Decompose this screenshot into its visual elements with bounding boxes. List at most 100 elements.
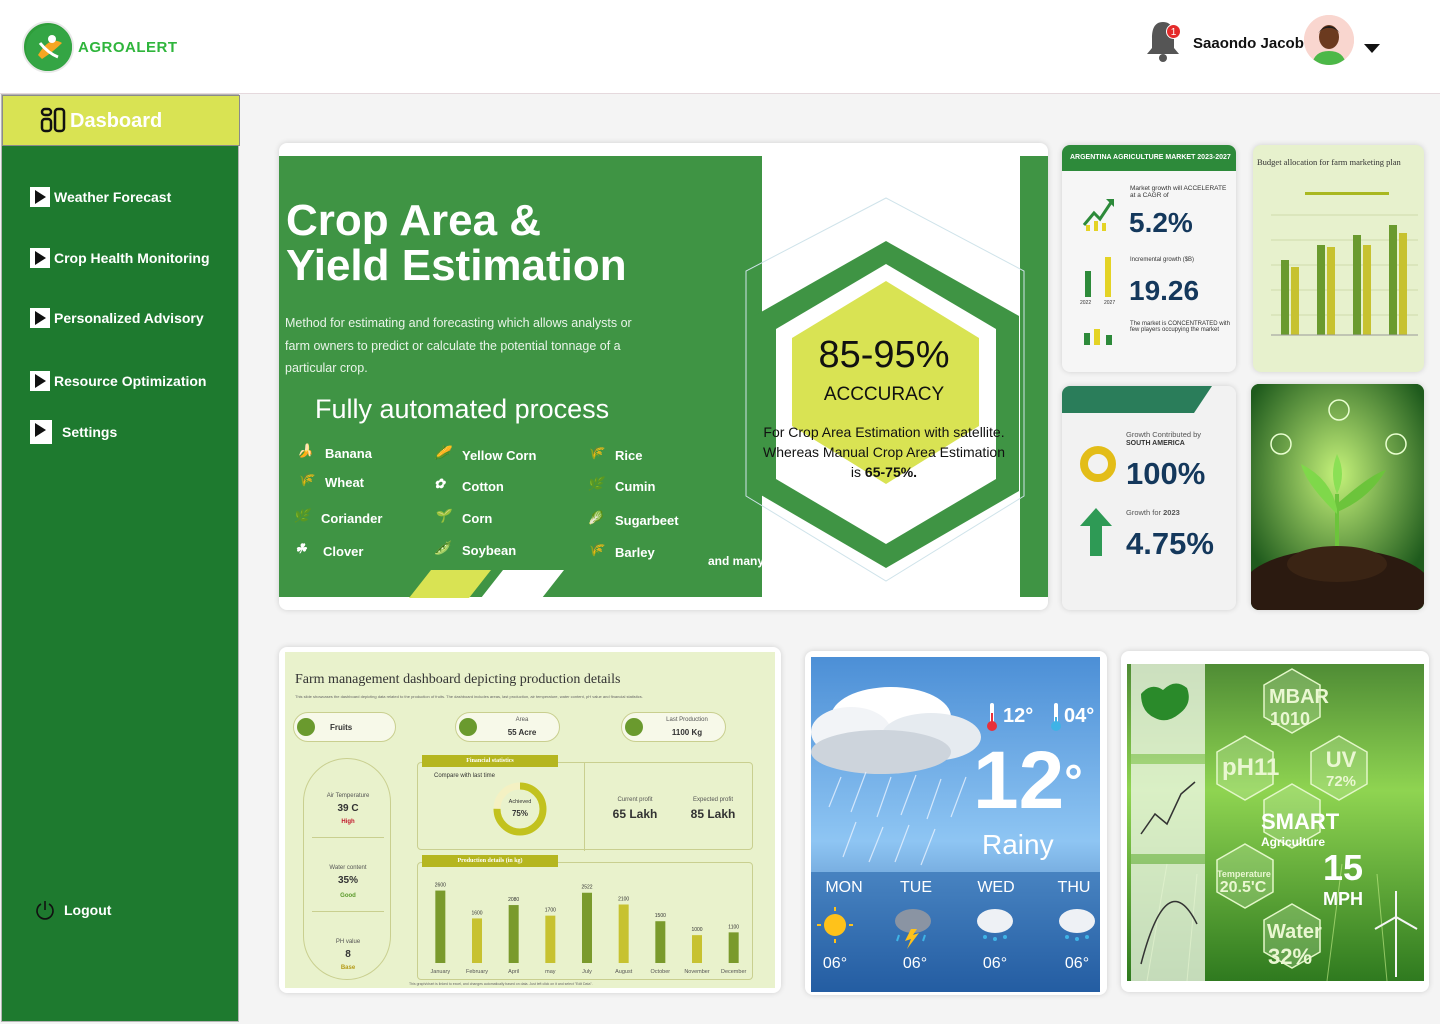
forecast-day-tue: TUE — [900, 879, 932, 896]
forecast-temp-value: 06 — [982, 955, 1001, 972]
production-value-label: 2522 — [581, 885, 592, 891]
water-reading: Water 32% — [1267, 921, 1322, 970]
argentina-market-card[interactable]: ARGENTINA AGRICULTURE MARKET 2023-2027 M… — [1062, 145, 1236, 372]
user-name[interactable]: Saaondo Jacob — [1193, 35, 1304, 52]
current-temp-value: 12 — [973, 735, 1065, 826]
user-avatar[interactable] — [1304, 15, 1354, 65]
sidebar-item-resource-optimization[interactable]: Resource Optimization — [30, 369, 206, 393]
plant-image-card[interactable] — [1251, 384, 1424, 610]
accuracy-manual-value: 65-75%. — [864, 464, 918, 480]
crop-clover: ☘ Clover — [295, 541, 363, 561]
sensor-divider — [312, 911, 384, 912]
thunderstorm-icon — [895, 909, 931, 949]
production-category-label: October — [651, 969, 671, 975]
production-value-label: 2600 — [435, 883, 446, 889]
year-a: 2022 — [1080, 300, 1092, 306]
high-temp-value: 12 — [1003, 705, 1026, 727]
area-icon — [459, 718, 477, 736]
donut-icon — [1080, 446, 1116, 482]
mbar-label: MBAR 1010 — [1269, 686, 1329, 730]
smart-agriculture-card[interactable]: MBAR 1010 pH11 UV 72% SMART Agriculture Tem… — [1121, 651, 1429, 992]
growth-card[interactable]: Growth Contributed by SOUTH AMERICA 100%… — [1062, 386, 1236, 610]
farm-dashboard-panel: Farm management dashboard depicting prod… — [285, 652, 775, 988]
production-value-label: 1100 — [728, 924, 739, 930]
crop-label: Soybean — [462, 542, 517, 558]
fruits-pill[interactable]: Fruits — [293, 712, 396, 742]
top-bar: AGROALERT 1 Saaondo Jacob — [0, 0, 1440, 94]
production-category-label: November — [684, 969, 710, 975]
production-value-label: 1600 — [471, 910, 482, 916]
title-line-1: Crop Area & — [286, 196, 542, 245]
water-status: Good — [340, 893, 356, 899]
uv-value: 72% — [1325, 773, 1357, 790]
forecast-day-thu: THU — [1057, 879, 1091, 896]
production-value-label: 2100 — [618, 897, 629, 903]
production-bar — [435, 890, 446, 963]
budget-allocation-card[interactable]: Budget allocation for farm marketing pla… — [1253, 145, 1424, 372]
weather-card[interactable]: 12° 04° 12° Rainy MON TUE WED THU 06° 06… — [805, 651, 1107, 995]
sidebar-item-label: Crop Health Monitoring — [54, 250, 210, 266]
production-bar — [692, 935, 702, 963]
clover-icon: ☘ — [295, 541, 307, 556]
production-bar — [508, 905, 519, 963]
power-icon — [36, 901, 54, 920]
growth-value: 4.75% — [1126, 526, 1214, 561]
sidebar-item-label: Personalized Advisory — [54, 310, 204, 326]
water-label: Water content — [329, 865, 367, 871]
crop-label: Barley — [615, 544, 655, 560]
notification-badge: 1 — [1166, 24, 1181, 39]
crop-label: Corn — [462, 510, 493, 526]
concentrated-text: The market is CONCENTRATED with few play… — [1130, 321, 1230, 333]
sidebar-item-personalized-advisory[interactable]: Personalized Advisory — [30, 306, 204, 330]
current-temp: 12° — [973, 735, 1083, 826]
weather-condition: Rainy — [982, 829, 1054, 860]
sidebar-item-weather-forecast[interactable]: Weather Forecast — [30, 185, 171, 209]
crop-wheat: 🌾 Wheat — [297, 472, 364, 492]
production-value-label: 1000 — [691, 927, 702, 933]
sidebar-item-label: Dasboard — [70, 110, 163, 132]
smart-agriculture-label: SMART Agriculture — [1261, 809, 1339, 849]
sidebar-item-label: Resource Optimization — [54, 373, 207, 389]
play-icon — [30, 371, 50, 391]
farm-card-title: Farm management dashboard depicting prod… — [295, 672, 621, 687]
temperature-value: 20.5'C — [1219, 879, 1267, 896]
sidebar-item-label: Weather Forecast — [54, 189, 172, 205]
contributed-label: Growth Contributed by — [1126, 430, 1202, 439]
agroalert-logo[interactable] — [22, 21, 74, 73]
budget-card-title: Budget allocation for farm marketing pla… — [1257, 157, 1401, 167]
accuracy-value: 85-95% — [818, 334, 950, 376]
logout-button[interactable]: Logout — [34, 899, 111, 921]
accuracy-label: ACCCURACY — [823, 384, 945, 405]
crop-label: Banana — [325, 445, 372, 461]
production-value-label: 2080 — [508, 897, 519, 903]
crop-area-card[interactable]: Crop Area & Yield Estimation Method for … — [279, 143, 1048, 610]
financial-divider — [584, 763, 585, 851]
wind-speed-unit: MPH — [1323, 889, 1363, 909]
ph-status: Base — [340, 965, 356, 971]
crop-cumin: 🌿 Cumin — [587, 476, 655, 496]
production-bar — [618, 904, 629, 963]
year-b: 2027 — [1104, 300, 1116, 306]
logout-label: Logout — [64, 902, 112, 918]
mbar-text: MBAR — [1269, 686, 1329, 708]
rain-cloud-icon — [1059, 909, 1095, 941]
current-profit-label: Current profit — [617, 797, 653, 803]
sidebar-item-settings[interactable]: Settings — [30, 419, 117, 445]
water-value: 32% — [1267, 944, 1313, 969]
sidebar-item-crop-health-monitoring[interactable]: Crop Health Monitoring — [30, 246, 210, 270]
crop-sugarbeet: 🥬 Sugarbeet — [587, 510, 679, 530]
last-production-label: Last Production — [666, 717, 708, 723]
production-category-label: July — [582, 969, 592, 975]
area-label: Area — [515, 717, 529, 723]
production-bar — [582, 892, 592, 963]
sugarbeet-icon: 🥬 — [587, 510, 604, 525]
high-temp: 12° — [1003, 705, 1034, 727]
mbar-value: 1010 — [1269, 709, 1311, 729]
farm-management-card[interactable]: Farm management dashboard depicting prod… — [279, 647, 781, 993]
fruit-icon — [297, 718, 315, 736]
user-menu-chevron-down-icon[interactable] — [1364, 44, 1380, 53]
production-bar — [655, 921, 666, 963]
production-bar — [545, 915, 556, 963]
production-category-label: February — [466, 969, 488, 975]
sidebar-item-dashboard[interactable]: Dasboard — [2, 95, 240, 146]
